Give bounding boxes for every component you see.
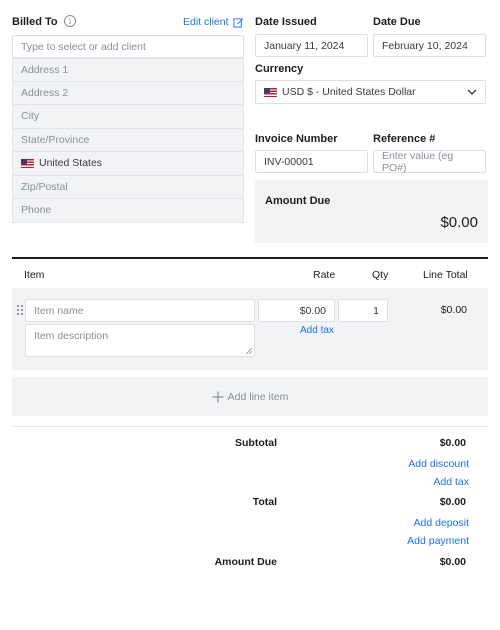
date-issued-input[interactable]: January 11, 2024 [255,34,368,57]
total-value: $0.00 [439,496,466,508]
section-divider [12,257,488,259]
date-due-input[interactable]: February 10, 2024 [373,34,486,57]
drag-handle-icon[interactable] [16,304,24,316]
edit-client-label: Edit client [183,16,229,28]
currency-label: Currency [255,63,304,75]
reference-placeholder: Enter value (eg PO#) [382,149,454,174]
phone-placeholder: Phone [21,204,52,217]
chevron-down-icon [467,89,477,95]
amount-due-box-value: $0.00 [440,214,478,231]
item-description-placeholder: Item description [34,330,109,342]
currency-select[interactable]: USD $ - United States Dollar [255,80,486,104]
total-label: Total [252,496,277,508]
subtotal-value: $0.00 [439,437,466,449]
rate-value: $0.00 [299,304,326,317]
pencil-edit-icon [232,17,243,28]
header-qty: Qty [372,269,389,281]
country-field[interactable]: United States [12,152,244,176]
reference-input[interactable]: Enter value (eg PO#) [373,149,486,174]
zip-placeholder: Zip/Postal [21,180,68,193]
totals-divider [12,426,488,427]
amount-due-value: $0.00 [439,556,466,568]
header-rate: Rate [313,269,336,281]
amount-due-box-label: Amount Due [265,195,331,207]
amount-due-label: Amount Due [214,556,277,568]
line-total-value: $0.00 [440,304,467,316]
address2-field[interactable]: Address 2 [12,81,244,105]
subtotal-label: Subtotal [235,437,277,449]
invoice-number-label: Invoice Number [255,133,338,145]
reference-label: Reference # [373,133,436,145]
resize-handle-icon[interactable] [246,348,252,354]
city-field[interactable]: City [12,105,244,129]
amount-due-box: Amount Due $0.00 [255,180,488,243]
zip-field[interactable]: Zip/Postal [12,175,244,199]
currency-value: USD $ - United States Dollar [282,86,416,98]
add-discount-link[interactable]: Add discount [408,458,469,470]
billed-to-label: Billed To [12,16,58,28]
country-value: United States [39,157,103,170]
address1-placeholder: Address 1 [21,63,69,76]
qty-input[interactable]: 1 [338,299,388,322]
item-name-placeholder: Item name [34,304,84,317]
phone-field[interactable]: Phone [12,199,244,223]
address-block: Address 1 Address 2 City State/Province … [12,58,244,223]
address2-placeholder: Address 2 [21,86,69,99]
add-line-item-button[interactable]: Add line item [12,377,488,416]
date-due-value: February 10, 2024 [382,39,468,52]
header-line-total: Line Total [423,269,468,281]
item-description-input[interactable]: Item description [25,324,255,357]
city-placeholder: City [21,110,40,123]
header-item: Item [24,269,45,281]
address1-field[interactable]: Address 1 [12,58,244,82]
add-payment-link[interactable]: Add payment [407,535,469,547]
line-item-row: Item name Item description $0.00 1 $0.00… [12,288,488,370]
invoice-number-input[interactable]: INV-00001 [255,150,368,173]
us-flag-icon [264,87,277,97]
date-issued-label: Date Issued [255,16,317,28]
add-deposit-link[interactable]: Add deposit [414,517,469,529]
date-due-label: Date Due [373,16,421,28]
us-flag-icon [21,158,34,168]
invoice-number-value: INV-00001 [264,155,314,168]
date-issued-value: January 11, 2024 [264,39,345,52]
client-placeholder: Type to select or add client [21,40,146,53]
item-name-input[interactable]: Item name [25,299,255,322]
edit-client-link[interactable]: Edit client [183,16,244,28]
row-add-tax-link[interactable]: Add tax [300,325,334,336]
add-line-item-label: Add line item [227,390,289,403]
state-placeholder: State/Province [21,133,90,146]
qty-value: 1 [373,304,379,317]
client-select-input[interactable]: Type to select or add client [12,35,244,58]
plus-icon [212,391,224,402]
add-tax-link[interactable]: Add tax [433,476,469,488]
rate-input[interactable]: $0.00 [258,299,335,322]
state-field[interactable]: State/Province [12,128,244,152]
info-icon[interactable]: i [64,15,76,27]
